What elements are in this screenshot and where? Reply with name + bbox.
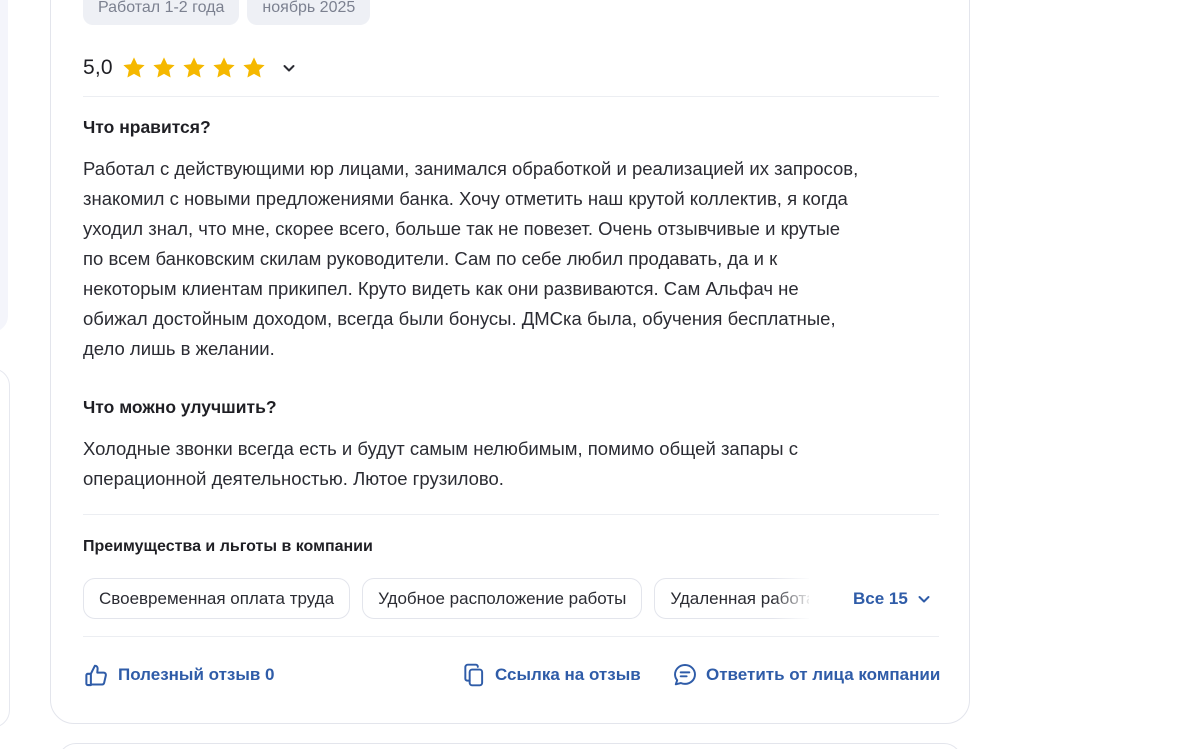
- chat-bubble-icon: [674, 664, 696, 686]
- pros-heading: Что нравится?: [83, 117, 211, 137]
- reply-as-company-label: Ответить от лица компании: [706, 665, 941, 684]
- work-duration-tag: Работал 1-2 года: [83, 0, 240, 25]
- review-link-button[interactable]: Ссылка на отзыв: [461, 660, 641, 690]
- benefit-chips: Своевременная оплата труда Удобное распо…: [83, 578, 809, 620]
- review-card: Работал 1-2 года ноябрь 2025 5,0 Что нра…: [50, 0, 970, 724]
- benefits-row: Своевременная оплата труда Удобное распо…: [83, 578, 943, 620]
- show-all-benefits-label: Все 15: [853, 589, 908, 608]
- star-icon: [123, 57, 145, 78]
- page: Работал 1-2 года ноябрь 2025 5,0 Что нра…: [0, 0, 1203, 749]
- copy-link-icon: [464, 663, 484, 687]
- review-actions: Полезный отзыв 0 Ссылка на отзыв Ответит…: [83, 660, 940, 690]
- pros-line: обижал достойным доходом, всегда были бо…: [83, 308, 836, 329]
- review-date-tag: ноябрь 2025: [247, 0, 371, 25]
- benefits-title: Преимущества и льготы в компании: [83, 538, 373, 555]
- helpful-review-label: Полезный отзыв 0: [118, 665, 275, 684]
- chevron-down-icon: [918, 596, 930, 603]
- benefit-chip[interactable]: Удобное расположение работы: [362, 578, 643, 619]
- star-icon: [183, 57, 205, 78]
- benefit-chip[interactable]: Своевременная оплата труда: [83, 578, 351, 619]
- review-meta-tags: Работал 1-2 года ноябрь 2025: [83, 0, 371, 25]
- review-link-label: Ссылка на отзыв: [495, 665, 641, 684]
- cons-line: операционной деятельностью. Лютое грузил…: [83, 468, 504, 489]
- rating-details-toggle[interactable]: [277, 56, 301, 80]
- pros-line: знакомил с новыми предложениями банка. Х…: [83, 188, 848, 209]
- rating-stars: [121, 55, 267, 81]
- pros-line: некоторым клиентам прикипел. Круто видет…: [83, 278, 799, 299]
- side-panel: [0, 0, 8, 332]
- side-card: [0, 368, 10, 728]
- next-review-card: [58, 743, 962, 749]
- reply-as-company-button[interactable]: Ответить от лица компании: [672, 660, 940, 690]
- cons-text: Холодные звонки всегда есть и будут самы…: [83, 434, 943, 494]
- benefit-chips-fade: [773, 578, 813, 620]
- rating-value: 5,0: [83, 56, 113, 79]
- star-icon: [153, 57, 175, 78]
- thumbs-up-icon: [85, 664, 107, 686]
- pros-text: Работал с действующими юр лицами, занима…: [83, 154, 943, 364]
- chevron-down-icon: [283, 65, 295, 72]
- cons-heading: Что можно улучшить?: [83, 397, 277, 417]
- divider: [83, 514, 939, 515]
- star-icon: [243, 57, 265, 78]
- rating-row: 5,0: [83, 53, 301, 83]
- pros-line: уходил знал, что мне, скорее всего, боль…: [83, 218, 841, 239]
- divider: [83, 96, 939, 97]
- helpful-review-button[interactable]: Полезный отзыв 0: [83, 660, 275, 690]
- pros-line: дело лишь в желании.: [83, 338, 275, 359]
- star-icon: [213, 57, 235, 78]
- pros-line: Работал с действующими юр лицами, занима…: [83, 158, 859, 179]
- show-all-benefits-button[interactable]: Все 15: [853, 578, 932, 620]
- cons-line: Холодные звонки всегда есть и будут самы…: [83, 438, 798, 459]
- divider: [83, 636, 939, 637]
- pros-line: по всем банковским скилам руководители. …: [83, 248, 778, 269]
